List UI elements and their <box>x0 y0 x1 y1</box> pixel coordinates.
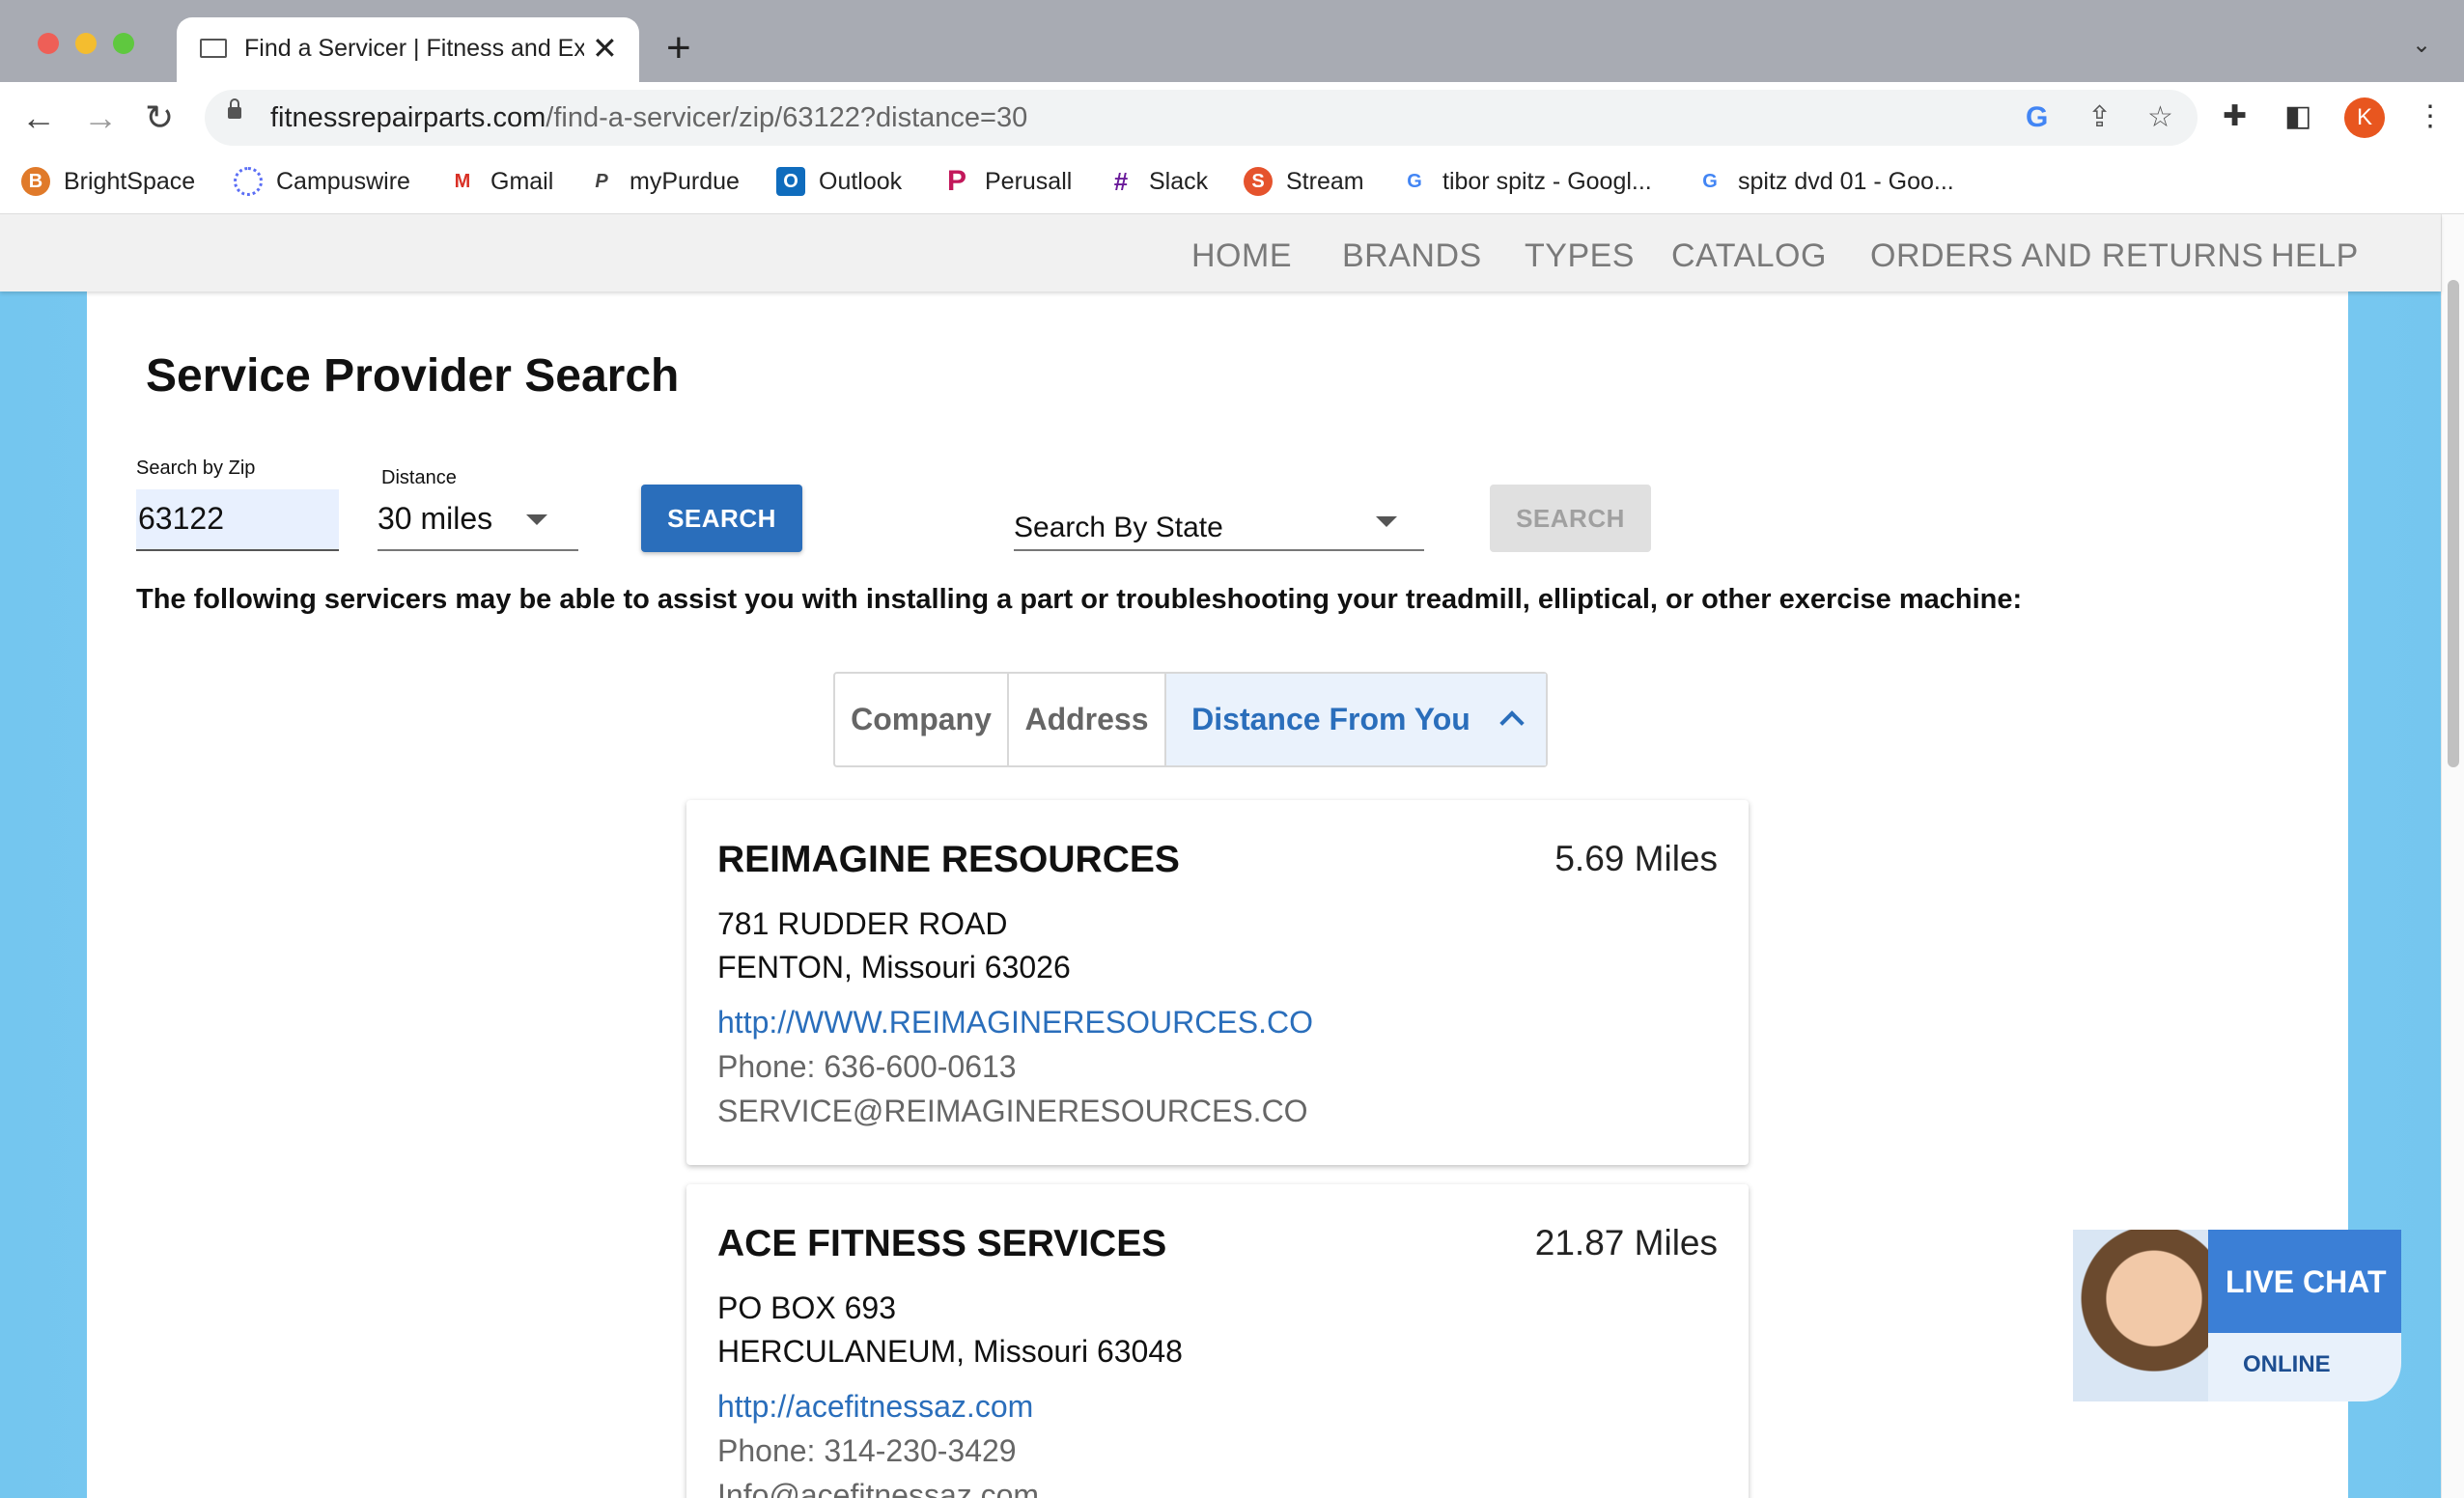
servicer-phone: Phone: 636-600-0613 <box>717 1049 1017 1084</box>
extensions-puzzle-icon[interactable]: ✚ <box>2223 97 2247 136</box>
sort-address-button[interactable]: Address <box>1009 674 1166 765</box>
slack-icon: # <box>1106 167 1135 196</box>
close-window-button[interactable] <box>38 33 59 54</box>
nav-help[interactable]: HELP <box>2271 237 2359 275</box>
gmail-icon: M <box>448 167 477 196</box>
servicer-card: ACE FITNESS SERVICES 21.87 Miles PO BOX … <box>686 1184 1749 1498</box>
reload-icon[interactable]: ↻ <box>145 94 174 142</box>
bookmark-gmail[interactable]: M Gmail <box>448 167 553 196</box>
live-chat-widget[interactable]: LIVE CHAT ONLINE <box>2073 1230 2401 1401</box>
dropdown-arrow-icon <box>1376 516 1397 527</box>
bookmark-outlook[interactable]: O Outlook <box>776 167 902 196</box>
lock-icon[interactable] <box>228 98 241 119</box>
nav-types[interactable]: TYPES <box>1525 237 1635 275</box>
chevron-up-icon <box>1499 710 1525 735</box>
servicer-card: REIMAGINE RESOURCES 5.69 Miles 781 RUDDE… <box>686 800 1749 1165</box>
servicer-website-link[interactable]: http://WWW.REIMAGINERESOURCES.CO <box>717 1005 1313 1040</box>
campuswire-icon <box>234 167 263 196</box>
distance-label: Distance <box>381 467 457 488</box>
bookmark-stream[interactable]: S Stream <box>1244 167 1364 196</box>
google-icon: G <box>1695 167 1724 196</box>
servicer-address-line1: PO BOX 693 <box>717 1290 896 1325</box>
minimize-window-button[interactable] <box>75 33 97 54</box>
live-chat-status: ONLINE <box>2243 1351 2331 1377</box>
browser-tab-bar: Find a Servicer | Fitness and Exercise E… <box>0 0 2464 82</box>
browser-tab[interactable]: Find a Servicer | Fitness and Exercise E… <box>177 17 639 82</box>
google-lens-icon[interactable]: G <box>2026 98 2048 137</box>
bookmark-slack[interactable]: # Slack <box>1106 167 1208 196</box>
bookmarks-bar: B BrightSpace Campuswire M Gmail PmyPurdue… <box>0 153 2464 214</box>
outlook-icon: O <box>776 167 805 196</box>
address-bar[interactable]: fitnessrepairparts.com/find-a-servicer/z… <box>205 90 2198 146</box>
nav-home[interactable]: HOME <box>1191 237 1292 275</box>
servicer-name: REIMAGINE RESOURCES <box>717 839 1180 880</box>
url-text[interactable]: fitnessrepairparts.com/find-a-servicer/z… <box>270 102 1027 134</box>
back-arrow-icon[interactable]: ← <box>21 94 56 142</box>
nav-brands[interactable]: BRANDS <box>1342 237 1482 275</box>
google-icon: G <box>1400 167 1429 196</box>
state-select[interactable]: Search By State <box>1014 499 1424 551</box>
forward-arrow-icon[interactable]: → <box>83 94 118 142</box>
page-title: Service Provider Search <box>146 350 680 402</box>
nav-catalog[interactable]: CATALOG <box>1671 237 1827 275</box>
dropdown-arrow-icon <box>526 514 547 525</box>
servicer-distance: 5.69 Miles <box>1554 839 1718 878</box>
close-tab-icon[interactable]: ✕ <box>592 29 618 68</box>
perusall-icon: P <box>942 167 971 196</box>
page-viewport: HOME BRANDS TYPES CATALOG ORDERS AND RET… <box>0 214 2464 1498</box>
side-panel-icon[interactable]: ◧ <box>2284 97 2311 136</box>
share-icon[interactable]: ⇪ <box>2087 98 2112 137</box>
main-content-panel: Service Provider Search Search by Zip 63… <box>87 291 2348 1498</box>
servicer-distance: 21.87 Miles <box>1534 1223 1718 1262</box>
distance-select[interactable]: 30 miles <box>378 489 578 551</box>
servicer-name: ACE FITNESS SERVICES <box>717 1223 1167 1264</box>
sort-toggle-group: Company Address Distance From You <box>833 672 1548 767</box>
new-tab-icon[interactable]: + <box>666 27 691 69</box>
zip-input[interactable]: 63122 <box>136 489 339 551</box>
profile-avatar[interactable]: K <box>2344 97 2385 138</box>
site-navigation: HOME BRANDS TYPES CATALOG ORDERS AND RET… <box>0 214 2441 291</box>
zip-label: Search by Zip <box>136 458 256 479</box>
bookmark-perusall[interactable]: P Perusall <box>942 167 1072 196</box>
stream-icon: S <box>1244 167 1273 196</box>
state-search-button[interactable]: SEARCH <box>1490 485 1651 552</box>
bookmark-spitz-dvd[interactable]: Gspitz dvd 01 - Goo... <box>1695 167 1954 196</box>
tab-title: Find a Servicer | Fitness and Exercise E… <box>244 35 584 62</box>
tab-search-chevron-icon[interactable]: ⌄ <box>2412 31 2431 59</box>
intro-text: The following servicers may be able to a… <box>136 584 2023 615</box>
page-scrollbar[interactable] <box>2441 214 2464 1498</box>
servicer-email: SERVICE@REIMAGINERESOURCES.CO <box>717 1094 1308 1128</box>
sort-distance-button[interactable]: Distance From You <box>1166 674 1546 765</box>
servicer-address-line2: HERCULANEUM, Missouri 63048 <box>717 1334 1183 1369</box>
bookmark-mypurdue[interactable]: PmyPurdue <box>587 167 740 196</box>
bookmark-star-icon[interactable]: ☆ <box>2147 98 2173 137</box>
bookmark-campuswire[interactable]: Campuswire <box>234 167 410 196</box>
mypurdue-icon: P <box>587 167 616 196</box>
browser-toolbar: ← → ↻ fitnessrepairparts.com/find-a-serv… <box>0 82 2464 153</box>
servicer-email: Info@acefitnessaz.com <box>717 1478 1040 1498</box>
servicer-address-line1: 781 RUDDER ROAD <box>717 906 1008 941</box>
zip-search-button[interactable]: SEARCH <box>641 485 802 552</box>
servicer-address-line2: FENTON, Missouri 63026 <box>717 950 1071 985</box>
support-agent-avatar <box>2073 1230 2208 1401</box>
page-favicon-icon <box>200 39 227 58</box>
bookmark-tibor-spitz[interactable]: Gtibor spitz - Googl... <box>1400 167 1652 196</box>
browser-menu-icon[interactable]: ⋮ <box>2416 97 2445 136</box>
servicer-website-link[interactable]: http://acefitnessaz.com <box>717 1389 1033 1425</box>
scrollbar-thumb[interactable] <box>2448 280 2459 767</box>
live-chat-title: LIVE CHAT <box>2226 1264 2387 1299</box>
bookmark-brightspace[interactable]: B BrightSpace <box>21 167 195 196</box>
maximize-window-button[interactable] <box>113 33 134 54</box>
servicer-phone: Phone: 314-230-3429 <box>717 1433 1017 1468</box>
sort-company-button[interactable]: Company <box>835 674 1009 765</box>
brightspace-icon: B <box>21 167 50 196</box>
nav-orders-and-returns[interactable]: ORDERS AND RETURNS <box>1870 237 2264 275</box>
